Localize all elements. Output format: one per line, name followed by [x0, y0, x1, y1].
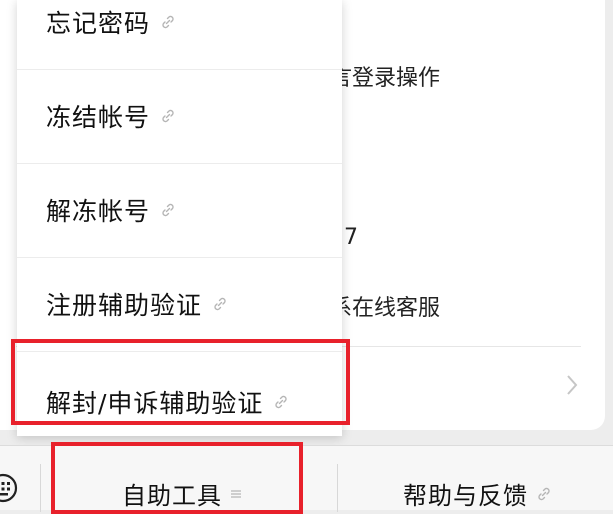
menu-item-register-assist-verify[interactable]: 注册辅助验证: [17, 257, 342, 351]
tab-help-feedback[interactable]: 帮助与反馈: [403, 476, 552, 511]
link-icon: [162, 203, 174, 217]
menu-item-unfreeze-account[interactable]: 解冻帐号: [17, 163, 342, 257]
text-fragment-service: 系在线客服: [330, 296, 441, 321]
link-icon: [214, 297, 226, 311]
tab-divider: [337, 464, 338, 512]
menu-item-label: 解冻帐号: [46, 197, 151, 226]
tab-divider: [40, 464, 41, 512]
menu-item-freeze-account[interactable]: 冻结帐号: [17, 69, 342, 163]
link-icon: [538, 487, 550, 500]
highlight-box-self-service: [51, 442, 303, 514]
menu-item-label: 忘记密码: [46, 9, 151, 38]
menu-item-label: 冻结帐号: [46, 103, 151, 132]
keyboard-icon[interactable]: [0, 473, 18, 503]
menu-item-label: 注册辅助验证: [46, 291, 203, 320]
text-fragment-login: 言登录操作: [330, 66, 441, 91]
menu-item-forgot-password[interactable]: 忘记密码: [17, 0, 342, 69]
link-icon: [162, 109, 174, 123]
highlight-box-appeal: [11, 339, 350, 425]
tab-label: 帮助与反馈: [403, 482, 528, 510]
chevron-right-icon[interactable]: [566, 374, 578, 396]
link-icon: [162, 15, 174, 29]
